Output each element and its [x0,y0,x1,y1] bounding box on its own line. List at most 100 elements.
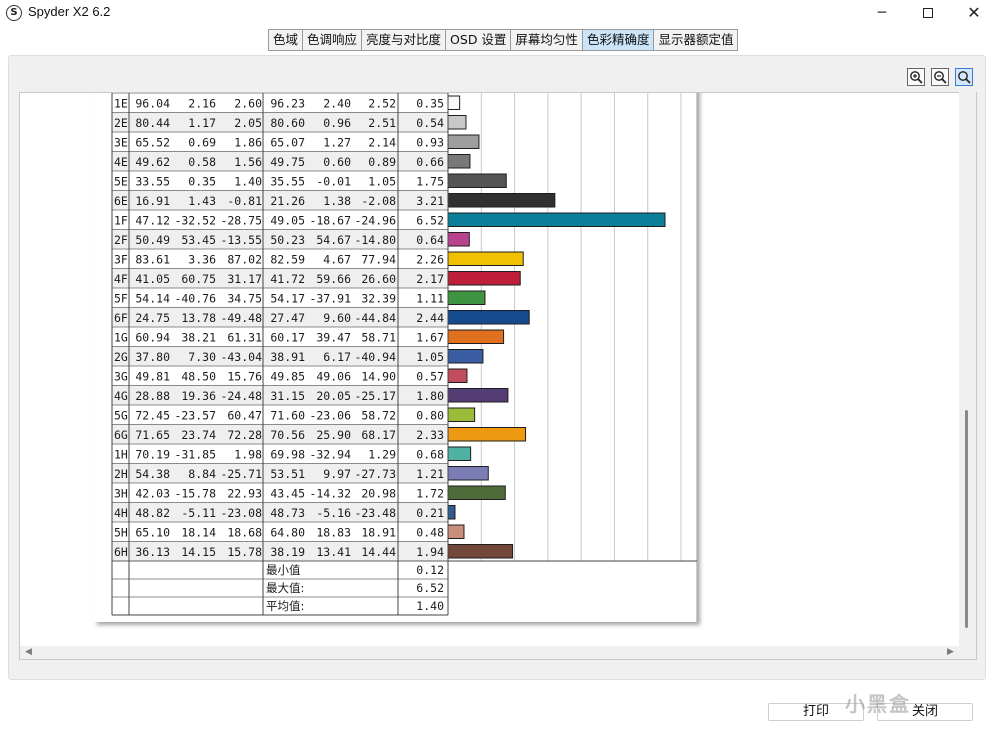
meas-b: 2.52 [368,97,396,111]
ref-l: 33.55 [135,175,170,189]
ref-l: 54.38 [135,467,170,481]
zoom-in-button[interactable] [907,68,925,86]
ref-l: 50.49 [135,233,170,247]
ref-b: 2.05 [234,116,262,130]
meas-a: 25.90 [316,428,351,442]
meas-b: 68.17 [361,428,396,442]
patch-id: 5H [114,526,128,540]
summary-value: 1.40 [416,599,444,613]
bar-6E [447,193,556,208]
meas-l: 49.75 [270,155,305,169]
zoom-fit-button[interactable] [955,68,973,86]
meas-l: 48.73 [270,506,305,520]
ref-l: 70.19 [135,448,170,462]
ref-b: 72.28 [227,428,262,442]
tab-0[interactable]: 色域 [269,30,304,50]
ref-a: -5.11 [181,506,216,520]
meas-a: -0.01 [316,175,351,189]
bar-1H [447,446,472,461]
ref-l: 49.81 [135,370,170,384]
bar-6G [447,427,527,442]
meas-l: 35.55 [270,175,305,189]
ref-b: -24.48 [220,389,262,403]
ref-l: 72.45 [135,409,170,423]
ref-b: 1.56 [234,155,262,169]
meas-b: -23.48 [354,506,396,520]
meas-a: 13.41 [316,545,351,559]
meas-b: -2.08 [361,194,396,208]
ref-l: 36.13 [135,545,170,559]
meas-l: 31.15 [270,389,305,403]
bar-3E [447,134,480,149]
summary-label: 平均值: [266,599,304,613]
patch-id: 4H [114,506,128,520]
horizontal-scrollbar[interactable]: ◀ ▶ [20,646,960,659]
delta-e-value: 0.21 [416,506,444,520]
meas-a: 2.40 [323,97,351,111]
scroll-left-arrow-icon[interactable]: ◀ [25,647,32,657]
ref-a: 0.35 [188,175,216,189]
patch-id: 5E [114,175,128,189]
patch-id: 4E [114,155,128,169]
summary-label: 最大值: [266,581,304,595]
meas-b: 58.71 [361,331,396,345]
ref-l: 83.61 [135,253,170,267]
ref-b: -13.55 [220,233,262,247]
report-viewer[interactable]: 1E 96.04 2.16 2.60 96.23 2.40 2.52 0.35 2E 80.44 1… [19,92,977,660]
meas-b: 14.44 [361,545,396,559]
delta-e-value: 1.21 [416,467,444,481]
bar-6F [447,310,530,325]
delta-e-value: 1.94 [416,545,444,559]
scroll-right-arrow-icon[interactable]: ▶ [947,647,954,657]
maximize-icon [923,8,933,18]
patch-id: 1E [114,97,128,111]
tab-2[interactable]: 亮度与对比度 [362,30,447,50]
ref-b: -43.04 [220,350,262,364]
bar-4H [447,505,456,520]
tab-1[interactable]: 色调响应 [303,30,363,50]
meas-b: 32.39 [361,292,396,306]
patch-id: 1G [114,331,128,345]
meas-a: 39.47 [316,331,351,345]
patch-id: 3F [114,253,128,267]
ref-a: 48.50 [181,370,216,384]
meas-a: 1.27 [323,136,351,150]
watermark-text: 小黑盒 [845,692,911,716]
meas-b: -44.84 [354,311,396,325]
meas-b: -27.73 [354,467,396,481]
tab-4[interactable]: 屏幕均匀性 [511,30,583,50]
zoom-out-button[interactable] [931,68,949,86]
ref-a: 3.36 [188,253,216,267]
vertical-scrollbar[interactable] [959,92,976,646]
delta-e-value: 0.66 [416,155,444,169]
patch-id: 2F [114,233,128,247]
meas-b: 2.14 [368,136,396,150]
patch-id: 5F [114,292,128,306]
patch-id: 2H [114,467,128,481]
delta-e-value: 2.33 [416,428,444,442]
meas-l: 53.51 [270,467,305,481]
ref-l: 24.75 [135,311,170,325]
maximize-button[interactable] [905,0,951,26]
vertical-scroll-thumb[interactable] [965,410,968,628]
meas-b: 1.05 [368,175,396,189]
meas-l: 50.23 [270,233,305,247]
meas-a: 1.38 [323,194,351,208]
ref-a: 19.36 [181,389,216,403]
tab-6[interactable]: 显示器额定值 [654,30,738,50]
meas-b: 77.94 [361,253,396,267]
meas-l: 49.85 [270,370,305,384]
tab-3[interactable]: OSD 设置 [446,30,512,50]
patch-id: 4F [114,272,128,286]
meas-b: 26.60 [361,272,396,286]
meas-b: 1.29 [368,448,396,462]
ref-l: 28.88 [135,389,170,403]
ref-b: 1.86 [234,136,262,150]
bar-1G [447,329,505,344]
tab-5[interactable]: 色彩精确度 [582,30,655,50]
minimize-button[interactable]: ─ [859,0,905,26]
close-window-button[interactable]: ✕ [951,0,994,26]
ref-a: 53.45 [181,233,216,247]
ref-l: 48.82 [135,506,170,520]
bar-4G [447,388,509,403]
